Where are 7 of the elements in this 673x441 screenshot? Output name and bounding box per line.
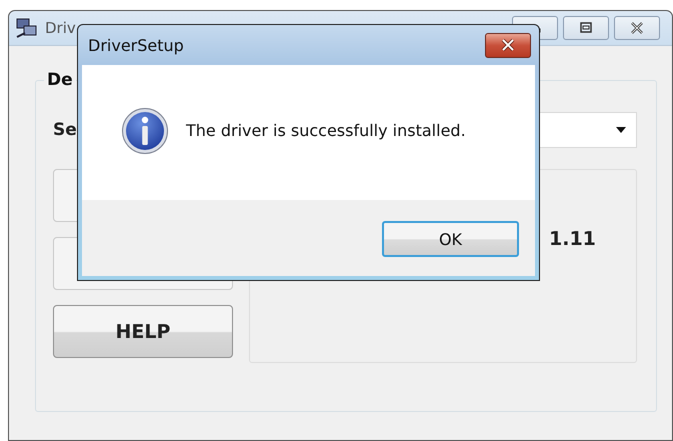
window-title: Driv	[45, 19, 77, 37]
ok-button[interactable]: OK	[382, 221, 519, 257]
message-text: The driver is successfully installed.	[186, 121, 466, 140]
version-text: 1.11	[549, 228, 596, 250]
select-label: Se	[53, 120, 77, 140]
dialog-title: DriverSetup	[88, 36, 184, 54]
help-button[interactable]: HELP	[53, 305, 233, 358]
